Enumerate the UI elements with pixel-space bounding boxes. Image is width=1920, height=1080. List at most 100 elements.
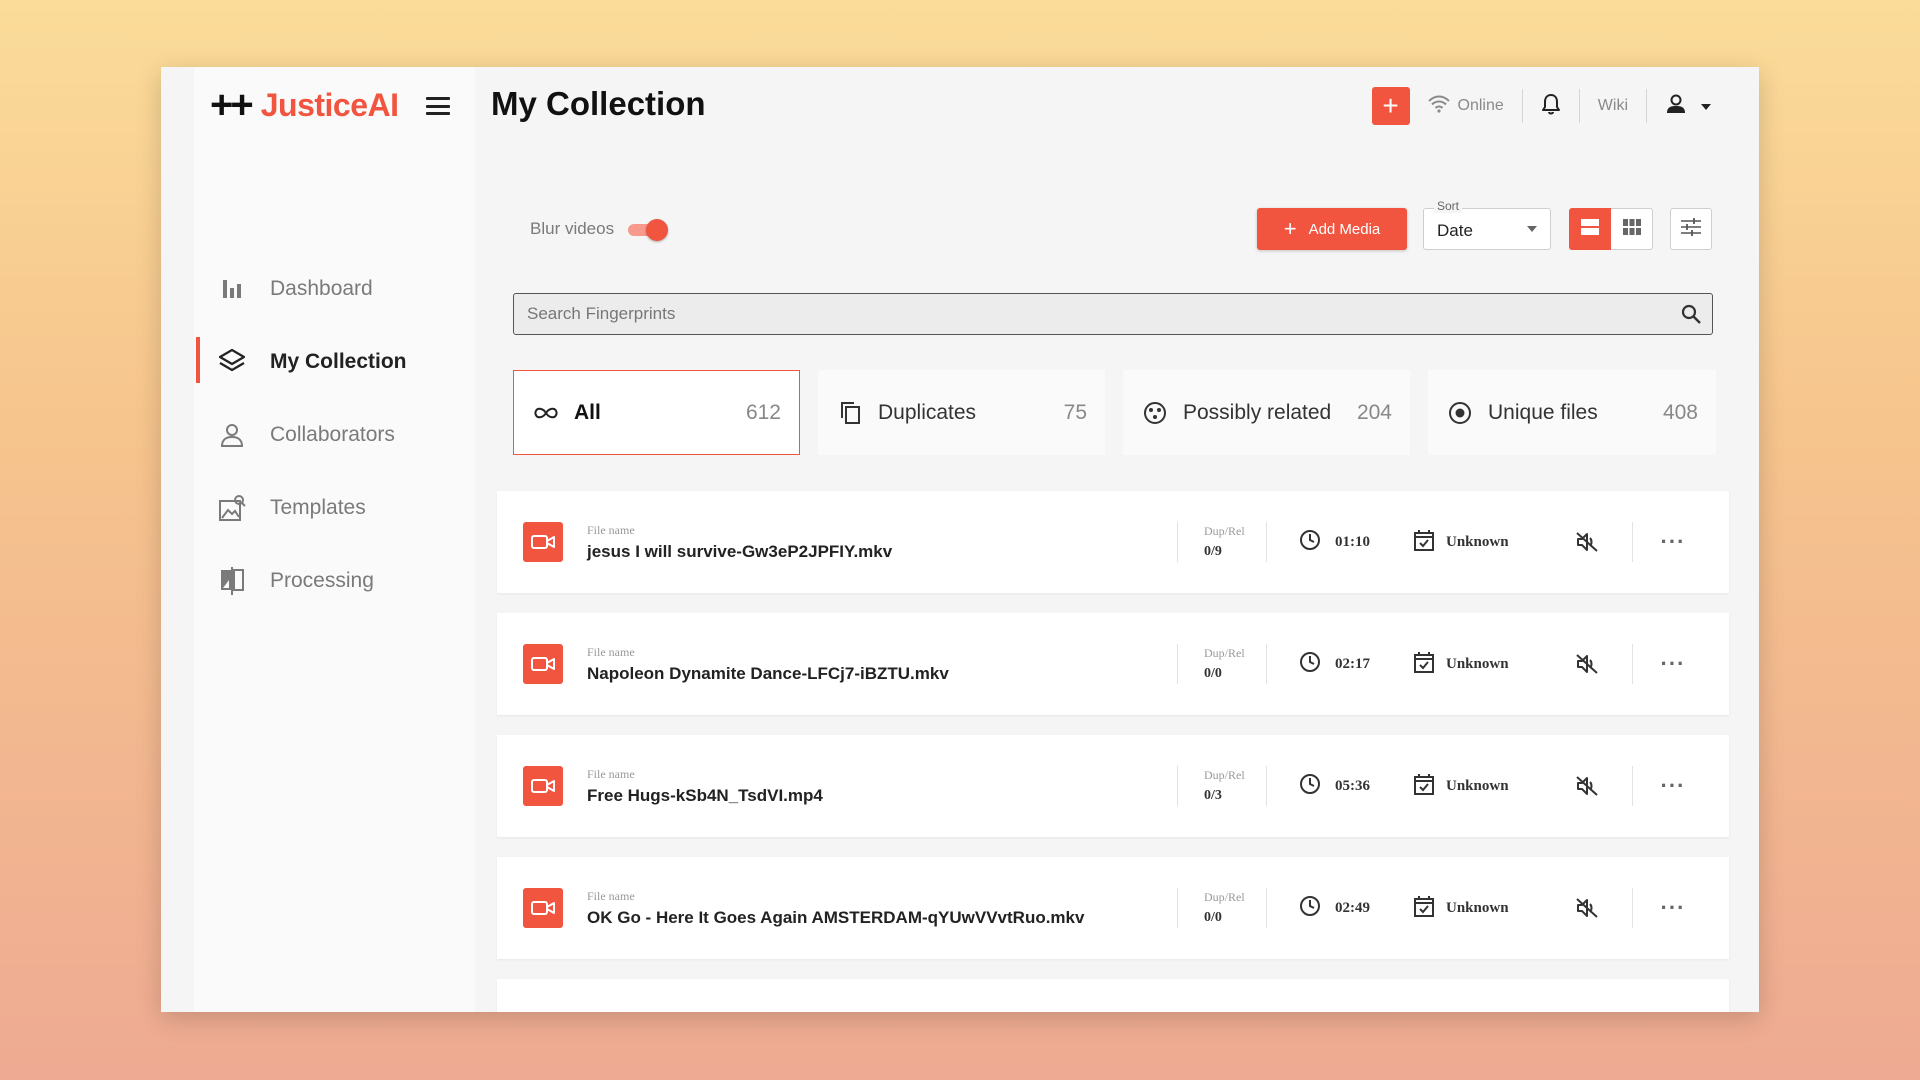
file-row[interactable]: File name Napoleon Dynamite Dance-LFCj7-… <box>497 613 1729 715</box>
file-row[interactable]: File name OK Go - Here It Goes Again AMS… <box>497 857 1729 959</box>
file-list: File name jesus I will survive-Gw3eP2JPF… <box>497 491 1729 1012</box>
search-input[interactable] <box>514 303 1670 325</box>
date-value: Unknown <box>1446 533 1509 550</box>
sidebar-item-collaborators[interactable]: Collaborators <box>194 398 475 471</box>
duration-block: 01:10 <box>1267 529 1392 556</box>
sidebar-item-label: Processing <box>270 568 374 592</box>
dup-rel-value: 0/3 <box>1204 788 1222 803</box>
dup-rel-value: 0/9 <box>1204 544 1222 559</box>
volume-off-icon[interactable] <box>1542 531 1632 553</box>
tab-duplicates[interactable]: Duplicates 75 <box>818 370 1105 455</box>
tab-possibly-related[interactable]: Possibly related 204 <box>1123 370 1410 455</box>
more-options-icon[interactable]: ··· <box>1633 895 1713 921</box>
tab-count: 612 <box>745 400 781 424</box>
top-bar: + Online Wiki <box>1371 87 1711 125</box>
tab-count: 408 <box>1662 400 1698 424</box>
search-icon[interactable] <box>1670 293 1712 335</box>
tab-label: All <box>574 400 601 424</box>
chevron-down-icon <box>1701 97 1711 115</box>
file-name-block: File name OK Go - Here It Goes Again AMS… <box>587 889 1177 928</box>
clock-icon <box>1299 529 1321 556</box>
app-window: ++ JusticeAI Dashboard My Collection Col… <box>161 67 1759 1012</box>
sort-select[interactable]: Sort Date <box>1423 199 1551 250</box>
divider <box>1578 89 1580 123</box>
more-options-icon[interactable]: ··· <box>1633 773 1713 799</box>
tune-icon <box>1681 217 1701 241</box>
user-menu[interactable] <box>1665 93 1711 120</box>
sort-value: Date <box>1437 221 1473 240</box>
dup-rel-value: 0/0 <box>1204 910 1222 925</box>
video-camera-icon[interactable] <box>523 644 563 684</box>
more-options-icon[interactable]: ··· <box>1633 529 1713 555</box>
file-name[interactable]: Free Hugs-kSb4N_TsdVI.mp4 <box>587 786 1177 806</box>
file-name-caption: File name <box>587 644 635 659</box>
duration-block: 02:49 <box>1267 895 1392 922</box>
plus-icon: + <box>1283 216 1297 241</box>
tab-label: Possibly related <box>1183 400 1332 424</box>
list-view-icon <box>1581 218 1599 240</box>
divider <box>1521 89 1523 123</box>
date-value: Unknown <box>1446 777 1509 794</box>
sidebar-item-processing[interactable]: Processing <box>194 544 475 617</box>
video-camera-icon[interactable] <box>523 522 563 562</box>
sidebar-item-my-collection[interactable]: My Collection <box>194 325 475 398</box>
file-row[interactable]: File name jesus I will survive-Gw3eP2JPF… <box>497 491 1729 593</box>
layers-icon <box>216 346 248 378</box>
status-text: Online <box>1457 97 1504 114</box>
brand-name: JusticeAI <box>260 86 399 123</box>
menu-icon[interactable] <box>426 97 450 115</box>
calendar-icon <box>1414 529 1434 556</box>
add-media-button[interactable]: + Add Media <box>1257 208 1407 250</box>
duration-block: 02:17 <box>1267 651 1392 678</box>
wifi-icon <box>1427 95 1450 118</box>
clock-icon <box>1299 651 1321 678</box>
calendar-icon <box>1414 651 1434 678</box>
quick-add-button[interactable]: + <box>1371 87 1410 125</box>
sidebar-item-label: Templates <box>270 495 366 519</box>
date-block: Unknown <box>1392 529 1542 556</box>
filter-settings-button[interactable] <box>1670 208 1712 250</box>
file-name[interactable]: jesus I will survive-Gw3eP2JPFIY.mkv <box>587 542 1177 562</box>
wiki-link[interactable]: Wiki <box>1598 97 1628 115</box>
logo[interactable]: ++ JusticeAI <box>210 85 399 125</box>
sidebar-item-label: My Collection <box>270 349 407 373</box>
video-camera-icon[interactable] <box>523 888 563 928</box>
duration-value: 05:36 <box>1335 777 1370 794</box>
file-name[interactable]: Napoleon Dynamite Dance-LFCj7-iBZTU.mkv <box>587 664 1177 684</box>
clock-icon <box>1299 773 1321 800</box>
date-value: Unknown <box>1446 899 1509 916</box>
volume-off-icon[interactable] <box>1542 897 1632 919</box>
view-mode-toggle <box>1569 208 1653 250</box>
blur-videos-control: Blur videos <box>530 218 669 241</box>
connection-status: Online <box>1427 95 1504 118</box>
file-row[interactable]: File name Free Hugs-kSb4N_TsdVI.mp4 Dup/… <box>497 735 1729 837</box>
file-name-block: File name Napoleon Dynamite Dance-LFCj7-… <box>587 645 1177 684</box>
file-name[interactable]: OK Go - Here It Goes Again AMSTERDAM-qYU… <box>587 908 1177 928</box>
grid-view-button[interactable] <box>1611 208 1653 250</box>
file-row-partial[interactable] <box>497 979 1729 1012</box>
dup-rel-block: Dup/Rel 0/0 <box>1178 890 1266 926</box>
tab-all[interactable]: All 612 <box>513 370 800 455</box>
compare-icon <box>216 565 248 597</box>
sidebar: ++ JusticeAI Dashboard My Collection Col… <box>194 67 475 1012</box>
sidebar-item-templates[interactable]: Templates <box>194 471 475 544</box>
volume-off-icon[interactable] <box>1542 653 1632 675</box>
tab-label: Unique files <box>1488 400 1598 424</box>
sidebar-item-label: Dashboard <box>270 276 373 300</box>
volume-off-icon[interactable] <box>1542 775 1632 797</box>
copy-icon <box>836 399 864 427</box>
dup-rel-caption: Dup/Rel <box>1204 768 1245 782</box>
video-camera-icon[interactable] <box>523 766 563 806</box>
list-view-button[interactable] <box>1569 208 1611 250</box>
bell-icon[interactable] <box>1541 93 1561 120</box>
more-options-icon[interactable]: ··· <box>1633 651 1713 677</box>
blur-videos-toggle[interactable] <box>626 218 669 241</box>
tab-count: 75 <box>1063 400 1087 424</box>
sort-label: Sort <box>1434 199 1463 213</box>
unique-icon <box>1446 399 1474 427</box>
sidebar-item-dashboard[interactable]: Dashboard <box>194 252 475 325</box>
user-icon <box>1665 93 1687 120</box>
tab-unique-files[interactable]: Unique files 408 <box>1428 370 1716 455</box>
dup-rel-caption: Dup/Rel <box>1204 890 1245 904</box>
calendar-icon <box>1414 773 1434 800</box>
